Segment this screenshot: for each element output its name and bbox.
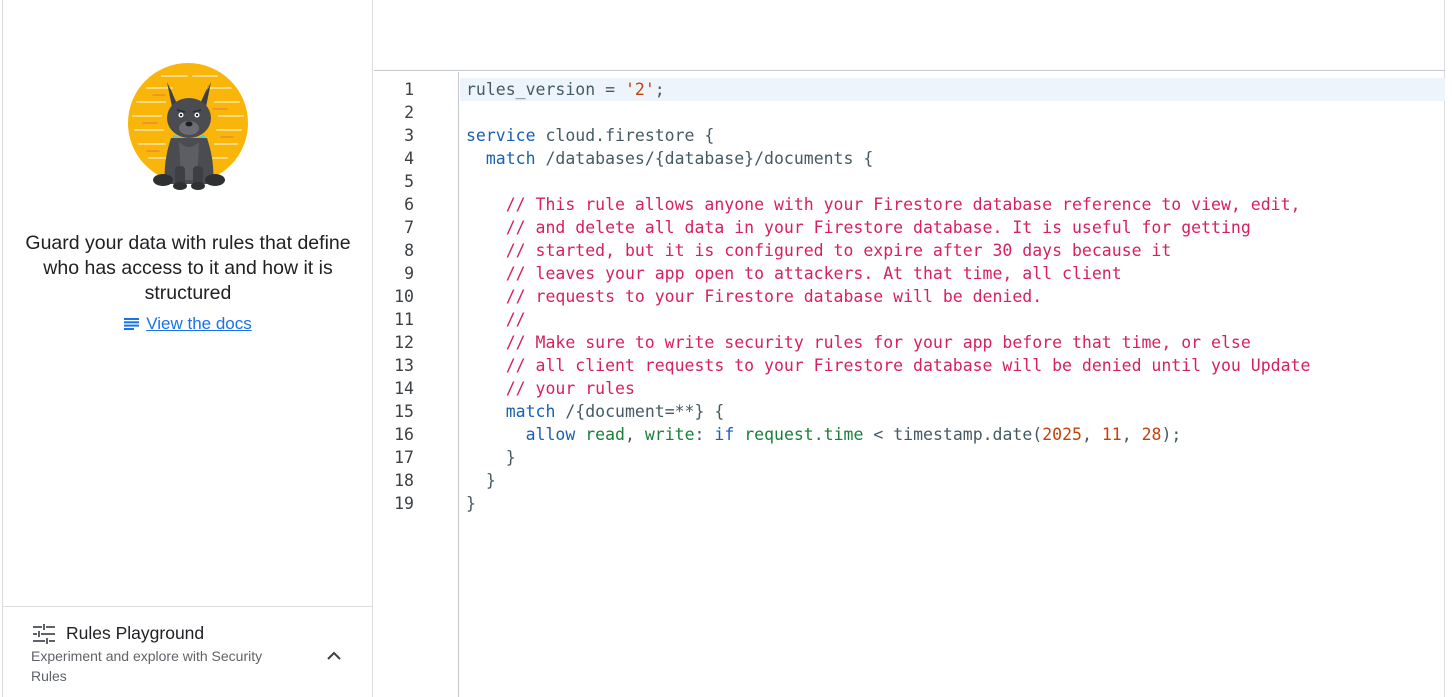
code-token: ); — [1161, 425, 1182, 444]
code-token: } — [466, 448, 516, 467]
editor-toolbar — [374, 0, 1445, 71]
line-number: 17 — [394, 448, 414, 467]
tune-icon — [33, 624, 55, 644]
code-area[interactable]: rules_version = '2'; service cloud.firest… — [460, 72, 1445, 697]
code-line[interactable]: // and delete all data in your Firestore… — [460, 216, 1445, 239]
guard-description: Guard your data with rules that define w… — [25, 232, 351, 304]
code-token: // all client requests to your Firestore… — [466, 356, 1311, 375]
code-line[interactable]: service cloud.firestore { — [460, 124, 1445, 147]
line-number: 5 — [404, 172, 414, 191]
line-number: 8 — [404, 241, 414, 260]
code-token: 28 — [1141, 425, 1162, 444]
code-token: request.time — [744, 425, 864, 444]
code-line[interactable]: // leaves your app open to attackers. At… — [460, 262, 1445, 285]
line-number: 13 — [394, 356, 414, 375]
code-token: // This rule allows anyone with your Fir… — [466, 195, 1301, 214]
rules-code-editor[interactable]: 1 2 3 4 5 6 7 8 9 10 11 12 13 14 15 16 17 18 19 rules_vers… — [374, 72, 1445, 697]
code-line[interactable] — [460, 170, 1445, 193]
code-token: // requests to your Firestore database w… — [466, 287, 1043, 306]
line-number: 14 — [394, 379, 414, 398]
code-line[interactable]: } — [460, 446, 1445, 469]
code-token: } — [466, 471, 496, 490]
rules-playground-title: Rules Playground — [66, 623, 205, 643]
line-number-gutter: 1 2 3 4 5 6 7 8 9 10 11 12 13 14 15 16 17 18 19 — [374, 72, 459, 697]
code-line[interactable]: rules_version = '2'; — [460, 78, 1445, 101]
code-token: /databases/{database}/documents { — [535, 149, 874, 168]
code-line[interactable]: // your rules — [460, 377, 1445, 400]
code-line[interactable]: match /databases/{database}/documents { — [460, 147, 1445, 170]
code-line[interactable]: // Make sure to write security rules for… — [460, 331, 1445, 354]
code-token: read — [585, 425, 625, 444]
view-docs-link[interactable]: View the docs — [3, 314, 373, 334]
rules-playground-description: Experiment and explore with Security Rul… — [31, 648, 263, 684]
code-line[interactable]: match /{document=**} { — [460, 400, 1445, 423]
code-token: write — [644, 425, 695, 444]
line-number: 11 — [394, 310, 414, 329]
code-token: // leaves your app open to attackers. At… — [466, 264, 1122, 283]
code-token: allow — [525, 425, 576, 444]
code-line[interactable]: // — [460, 308, 1445, 331]
code-token: '2' — [624, 80, 655, 99]
line-number: 7 — [404, 218, 414, 237]
code-token: cloud.firestore { — [535, 126, 715, 145]
code-token: , — [1081, 425, 1102, 444]
line-number: 9 — [404, 264, 414, 283]
dog-mascot-illustration — [128, 63, 248, 190]
code-line[interactable]: // requests to your Firestore database w… — [460, 285, 1445, 308]
code-line[interactable]: } — [460, 469, 1445, 492]
code-token: 2025 — [1042, 425, 1082, 444]
code-token: rules_version = — [466, 80, 625, 99]
code-token: match — [505, 402, 556, 421]
code-line[interactable]: } — [460, 492, 1445, 515]
line-number: 1 — [404, 80, 414, 99]
code-token: // Make sure to write security rules for… — [466, 333, 1251, 352]
app-frame: Guard your data with rules that define w… — [2, 0, 1445, 697]
code-line[interactable]: // started, but it is configured to expi… — [460, 239, 1445, 262]
code-token: : — [694, 425, 715, 444]
code-token: , — [624, 425, 645, 444]
chevron-up-icon[interactable] — [323, 645, 345, 667]
line-number: 6 — [404, 195, 414, 214]
code-token: /{document=**} { — [555, 402, 725, 421]
code-token: service — [466, 126, 536, 145]
line-number: 15 — [394, 402, 414, 421]
code-token: // and delete all data in your Firestore… — [466, 218, 1251, 237]
line-number: 12 — [394, 333, 414, 352]
line-number: 4 — [404, 149, 414, 168]
line-number: 2 — [404, 103, 414, 122]
code-line[interactable]: allow read, write: if request.time < tim… — [460, 423, 1445, 446]
code-token: if — [714, 425, 735, 444]
rules-playground-panel[interactable]: Rules Playground Experiment and explore … — [3, 606, 372, 697]
code-token: ; — [654, 80, 665, 99]
code-token: 11 — [1101, 425, 1122, 444]
code-line[interactable]: // all client requests to your Firestore… — [460, 354, 1445, 377]
line-number: 3 — [404, 126, 414, 145]
notes-icon — [124, 318, 140, 330]
code-token: // — [466, 310, 526, 329]
line-number: 16 — [394, 425, 414, 444]
line-number: 10 — [394, 287, 414, 306]
left-panel: Guard your data with rules that define w… — [3, 0, 373, 697]
code-token: // your rules — [466, 379, 635, 398]
view-docs-label[interactable]: View the docs — [146, 314, 252, 334]
code-token: , — [1121, 425, 1142, 444]
code-token: } — [466, 494, 476, 513]
code-token: < timestamp.date( — [863, 425, 1043, 444]
line-number: 18 — [394, 471, 414, 490]
line-number: 19 — [394, 494, 414, 513]
code-line[interactable] — [460, 101, 1445, 124]
code-token: match — [485, 149, 536, 168]
code-line[interactable]: // This rule allows anyone with your Fir… — [460, 193, 1445, 216]
code-token: // started, but it is configured to expi… — [466, 241, 1172, 260]
